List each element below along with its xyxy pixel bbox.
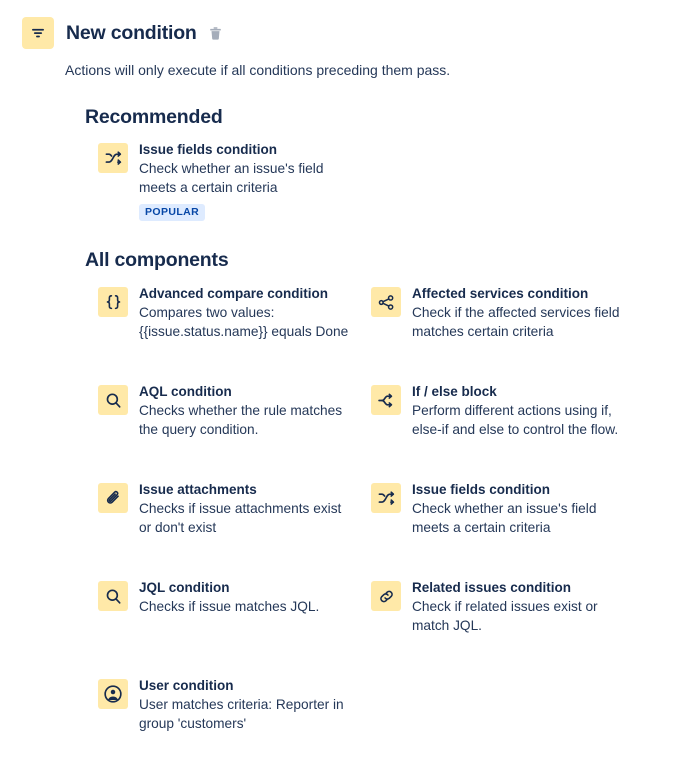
component-name: JQL condition (139, 580, 230, 595)
component-item-if-else-block[interactable]: If / else block Perform different action… (358, 383, 631, 481)
shuffle-icon (98, 143, 128, 173)
all-components-grid: Advanced compare condition Compares two … (85, 285, 682, 775)
component-item-jql-condition[interactable]: JQL condition Checks if issue matches JQ… (85, 579, 358, 677)
component-description: Perform different actions using if, else… (412, 403, 619, 437)
component-description: Check whether an issue's field meets a c… (412, 501, 597, 535)
paperclip-icon (98, 483, 128, 513)
branch-icon (371, 385, 401, 415)
component-item-aql-condition[interactable]: AQL condition Checks whether the rule ma… (85, 383, 358, 481)
shuffle-icon (371, 483, 401, 513)
component-description: Checks if issue attachments exist or don… (139, 501, 342, 535)
component-text: If / else block Perform different action… (412, 383, 624, 439)
component-description: Compares two values: {{issue.status.name… (139, 305, 349, 339)
component-item-related-issues-condition[interactable]: Related issues condition Check if relate… (358, 579, 631, 677)
component-text: Related issues condition Check if relate… (412, 579, 624, 635)
component-item-user-condition[interactable]: User condition User matches criteria: Re… (85, 677, 358, 775)
component-name: Advanced compare condition (139, 286, 329, 301)
status-badge: POPULAR (139, 204, 206, 221)
condition-subtitle: Actions will only execute if all conditi… (65, 62, 451, 78)
recommended-list: Issue fields condition Check whether an … (85, 141, 682, 221)
component-text: Affected services condition Check if the… (412, 285, 624, 341)
component-item-issue-attachments[interactable]: Issue attachments Checks if issue attach… (85, 481, 358, 579)
component-name: AQL condition (139, 384, 232, 399)
component-description: Checks whether the rule matches the quer… (139, 403, 343, 437)
search-icon (98, 385, 128, 415)
search-icon (98, 581, 128, 611)
component-text: AQL condition Checks whether the rule ma… (139, 383, 351, 439)
share-nodes-icon (371, 287, 401, 317)
page-title: New condition (66, 21, 197, 44)
component-description: Check if the affected services field mat… (412, 305, 620, 339)
recommended-heading: Recommended (85, 106, 223, 128)
component-text: JQL condition Checks if issue matches JQ… (139, 579, 319, 617)
condition-header: New condition (0, 0, 682, 49)
component-text: Issue fields condition Check whether an … (139, 141, 351, 221)
component-name: Issue fields condition (139, 142, 278, 157)
component-item-advanced-compare-condition[interactable]: Advanced compare condition Compares two … (85, 285, 358, 383)
all-components-section: All components Advanced compare conditio… (85, 249, 682, 775)
component-text: Issue fields condition Check whether an … (412, 481, 624, 537)
person-circle-icon (98, 679, 128, 709)
component-name: Issue attachments (139, 482, 257, 497)
component-name: Affected services condition (412, 286, 589, 301)
component-name: If / else block (412, 384, 497, 399)
component-item-issue-fields-condition[interactable]: Issue fields condition Check whether an … (85, 141, 682, 221)
component-text: Issue attachments Checks if issue attach… (139, 481, 351, 537)
recommended-section: Recommended Issue fields condition Check… (85, 106, 682, 221)
component-description: User matches criteria: Reporter in group… (139, 697, 344, 731)
component-name: User condition (139, 678, 234, 693)
filter-icon (22, 17, 54, 49)
component-item-affected-services-condition[interactable]: Affected services condition Check if the… (358, 285, 631, 383)
component-name: Issue fields condition (412, 482, 551, 497)
component-name: Related issues condition (412, 580, 572, 595)
component-description: Check whether an issue's field meets a c… (139, 161, 324, 195)
all-components-heading: All components (85, 249, 229, 271)
trash-icon[interactable] (206, 23, 226, 43)
component-description: Check if related issues exist or match J… (412, 599, 598, 633)
link-icon (371, 581, 401, 611)
component-description: Checks if issue matches JQL. (139, 599, 320, 614)
curly-braces-icon (98, 287, 128, 317)
component-item-issue-fields-condition-all[interactable]: Issue fields condition Check whether an … (358, 481, 631, 579)
component-text: User condition User matches criteria: Re… (139, 677, 351, 733)
component-text: Advanced compare condition Compares two … (139, 285, 351, 341)
